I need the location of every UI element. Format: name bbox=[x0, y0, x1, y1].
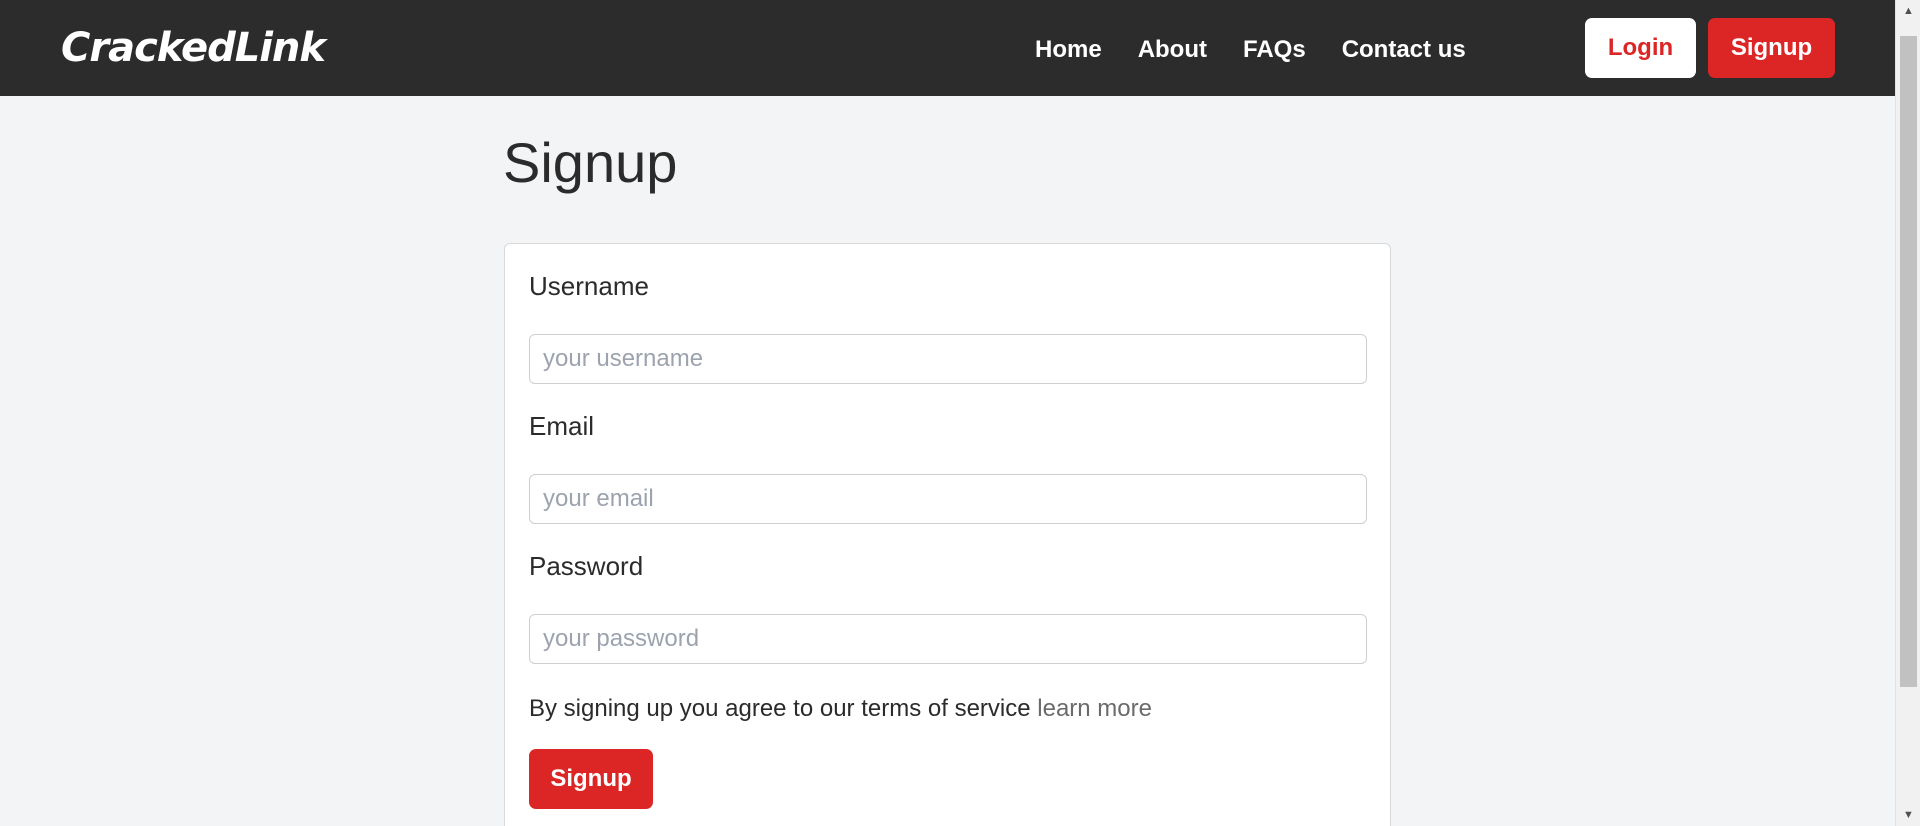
nav-link-home[interactable]: Home bbox=[1035, 30, 1102, 70]
terms-notice: By signing up you agree to our terms of … bbox=[529, 692, 1152, 726]
terms-text: By signing up you agree to our terms of … bbox=[529, 695, 1031, 722]
signup-submit-button[interactable]: Signup bbox=[529, 749, 653, 809]
nav-link-contact[interactable]: Contact us bbox=[1342, 30, 1466, 70]
signup-form-card: Username Email Password By signing up yo… bbox=[504, 243, 1391, 826]
nav-links: Home About FAQs Contact us bbox=[1035, 30, 1502, 70]
learn-more-link[interactable]: learn more bbox=[1037, 695, 1152, 722]
password-input[interactable] bbox=[529, 614, 1367, 664]
nav-link-about[interactable]: About bbox=[1138, 30, 1207, 70]
scroll-down-arrow-icon[interactable]: ▼ bbox=[1896, 806, 1920, 824]
login-button[interactable]: Login bbox=[1585, 18, 1696, 78]
scroll-up-arrow-icon[interactable]: ▲ bbox=[1896, 2, 1920, 20]
scrollbar-thumb[interactable] bbox=[1900, 36, 1917, 687]
nav-link-faqs[interactable]: FAQs bbox=[1243, 30, 1306, 70]
page: CrackedLink Home About FAQs Contact us L… bbox=[0, 0, 1920, 826]
username-label: Username bbox=[529, 271, 649, 301]
vertical-scrollbar[interactable]: ▲ ▼ bbox=[1895, 0, 1920, 826]
brand-logo[interactable]: CrackedLink bbox=[61, 22, 326, 74]
password-label: Password bbox=[529, 551, 644, 581]
username-input[interactable] bbox=[529, 334, 1367, 384]
page-title: Signup bbox=[503, 131, 678, 194]
signup-nav-button[interactable]: Signup bbox=[1708, 18, 1835, 78]
navbar: CrackedLink Home About FAQs Contact us L… bbox=[0, 0, 1895, 96]
email-input[interactable] bbox=[529, 474, 1367, 524]
email-label: Email bbox=[529, 411, 595, 441]
